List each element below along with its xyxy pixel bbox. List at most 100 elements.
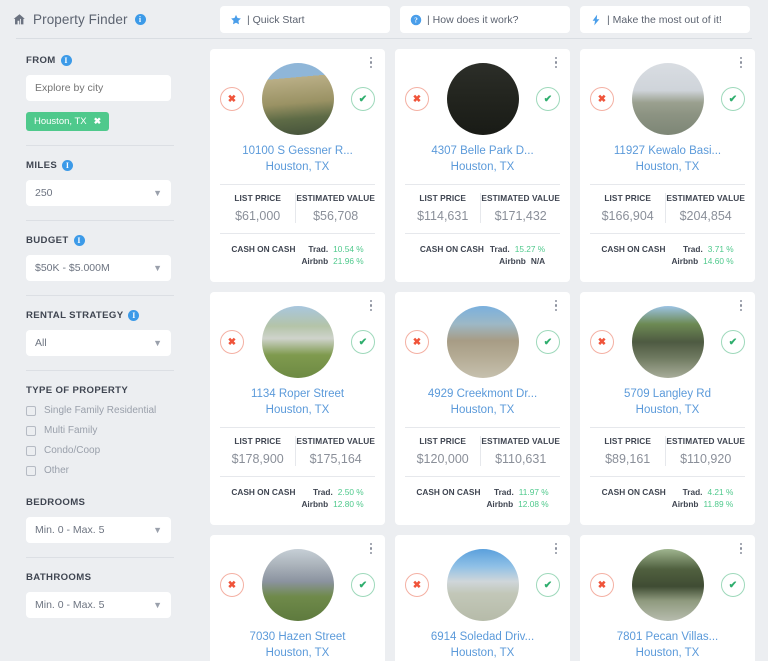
accept-property-button[interactable]: ✔	[721, 573, 745, 597]
reject-property-button[interactable]: ✖	[405, 87, 429, 111]
property-thumbnail[interactable]	[262, 306, 334, 378]
property-thumbnail[interactable]	[262, 549, 334, 621]
city-chip-houston[interactable]: Houston, TX ✖	[26, 112, 109, 131]
property-card[interactable]: ✖✔4929 Creekmont Dr...Houston, TXLIST PR…	[395, 292, 570, 525]
card-top: ✖✔	[405, 306, 560, 378]
make-the-most-button[interactable]: | Make the most out of it!	[580, 6, 750, 33]
brand-info-icon[interactable]: i	[135, 14, 146, 25]
checkbox-condo-coop[interactable]: Condo/Coop	[26, 445, 174, 456]
property-card[interactable]: ✖ ✔ 6914 Soledad Driv...Houston, TX	[395, 535, 570, 661]
miles-info-icon[interactable]: i	[62, 160, 73, 171]
card-menu-icon[interactable]	[366, 542, 376, 555]
rental-strategy-select[interactable]: All ▼	[26, 330, 171, 356]
checkbox-multi-family[interactable]: Multi Family	[26, 425, 174, 436]
list-price-label: LIST PRICE	[220, 436, 295, 446]
property-city[interactable]: Houston, TX	[405, 646, 560, 661]
property-city[interactable]: Houston, TX	[590, 646, 745, 661]
cash-on-cash-rows: Trad.15.27 %AirbnbN/A	[490, 243, 545, 267]
miles-select[interactable]: 250 ▼	[26, 180, 171, 206]
accept-property-button[interactable]: ✔	[721, 330, 745, 354]
checkbox-single-family-residential[interactable]: Single Family Residential	[26, 405, 174, 416]
bedrooms-label-text: BEDROOMS	[26, 497, 85, 508]
card-menu-icon[interactable]	[551, 542, 561, 555]
budget-info-icon[interactable]: i	[74, 235, 85, 246]
reject-property-button[interactable]: ✖	[405, 330, 429, 354]
property-card[interactable]: ✖ ✔ 11927 Kewalo Basi...Houston, TX LIST PR…	[580, 49, 755, 282]
property-thumbnail[interactable]	[632, 306, 704, 378]
accept-property-button[interactable]: ✔	[536, 330, 560, 354]
close-icon[interactable]: ✖	[94, 116, 102, 127]
bolt-icon	[590, 14, 602, 26]
reject-property-button[interactable]: ✖	[220, 573, 244, 597]
property-address-link[interactable]: 4307 Belle Park D...	[405, 144, 560, 160]
card-menu-icon[interactable]	[366, 299, 376, 312]
property-city[interactable]: Houston, TX	[590, 403, 745, 419]
reject-property-button[interactable]: ✖	[590, 330, 614, 354]
checkbox-icon[interactable]	[26, 406, 36, 416]
estimated-value-label: ESTIMATED VALUE	[296, 436, 375, 446]
property-address-link[interactable]: 11927 Kewalo Basi...	[590, 144, 745, 160]
property-card[interactable]: ✖✔10100 S Gessner R...Houston, TXLIST PR…	[210, 49, 385, 282]
property-address-link[interactable]: 1134 Roper Street	[220, 387, 375, 403]
card-menu-icon[interactable]	[736, 542, 746, 555]
property-thumbnail[interactable]	[447, 63, 519, 135]
divider	[220, 427, 375, 428]
property-thumbnail[interactable]	[447, 549, 519, 621]
property-address-link[interactable]: 7030 Hazen Street	[220, 630, 375, 646]
reject-property-button[interactable]: ✖	[220, 330, 244, 354]
estimated-value-col: ESTIMATED VALUE$171,432	[480, 193, 560, 223]
property-thumbnail[interactable]	[447, 306, 519, 378]
property-city[interactable]: Houston, TX	[405, 403, 560, 419]
property-card[interactable]: ✖ ✔ 7030 Hazen StreetHouston, TX	[210, 535, 385, 661]
property-address-link[interactable]: 5709 Langley Rd	[590, 387, 745, 403]
from-label: FROM i	[26, 55, 174, 66]
property-address-link[interactable]: 4929 Creekmont Dr...	[405, 387, 560, 403]
property-card[interactable]: ✖ ✔ 1134 Roper StreetHouston, TX LIST PRICE…	[210, 292, 385, 525]
card-menu-icon[interactable]	[736, 56, 746, 69]
reject-property-button[interactable]: ✖	[590, 87, 614, 111]
property-address-block: 11927 Kewalo Basi...Houston, TX	[590, 144, 745, 175]
checkbox-other[interactable]: Other	[26, 465, 174, 476]
accept-property-button[interactable]: ✔	[721, 87, 745, 111]
property-city[interactable]: Houston, TX	[220, 646, 375, 661]
quick-start-button[interactable]: | Quick Start	[220, 6, 390, 33]
property-card[interactable]: ✖✔4307 Belle Park D...Houston, TXLIST PR…	[395, 49, 570, 282]
property-city[interactable]: Houston, TX	[590, 160, 745, 176]
reject-property-button[interactable]: ✖	[590, 573, 614, 597]
city-search-input[interactable]	[26, 75, 171, 101]
accept-property-button[interactable]: ✔	[536, 573, 560, 597]
checkbox-icon[interactable]	[26, 426, 36, 436]
from-info-icon[interactable]: i	[61, 55, 72, 66]
property-thumbnail[interactable]	[632, 63, 704, 135]
checkbox-label: Other	[44, 465, 69, 476]
checkbox-icon[interactable]	[26, 466, 36, 476]
property-card[interactable]: ✖✔5709 Langley RdHouston, TXLIST PRICE$8…	[580, 292, 755, 525]
reject-property-button[interactable]: ✖	[405, 573, 429, 597]
budget-select[interactable]: $50K - $5.000M ▼	[26, 255, 171, 281]
list-price-label: LIST PRICE	[590, 193, 665, 203]
how-does-it-work-button[interactable]: ? | How does it work?	[400, 6, 570, 33]
property-card[interactable]: ✖ ✔ 7801 Pecan Villas...Houston, TX	[580, 535, 755, 661]
property-address-link[interactable]: 7801 Pecan Villas...	[590, 630, 745, 646]
bathrooms-select[interactable]: Min. 0 - Max. 5 ▼	[26, 592, 171, 618]
property-thumbnail[interactable]	[262, 63, 334, 135]
card-menu-icon[interactable]	[366, 56, 376, 69]
property-city[interactable]: Houston, TX	[405, 160, 560, 176]
card-menu-icon[interactable]	[736, 299, 746, 312]
accept-property-button[interactable]: ✔	[536, 87, 560, 111]
cash-on-cash-rows: Trad.4.21 %Airbnb11.89 %	[672, 486, 734, 510]
property-address-link[interactable]: 10100 S Gessner R...	[220, 144, 375, 160]
property-city[interactable]: Houston, TX	[220, 403, 375, 419]
card-menu-icon[interactable]	[551, 299, 561, 312]
card-menu-icon[interactable]	[551, 56, 561, 69]
property-address-link[interactable]: 6914 Soledad Driv...	[405, 630, 560, 646]
property-city[interactable]: Houston, TX	[220, 160, 375, 176]
accept-property-button[interactable]: ✔	[351, 573, 375, 597]
accept-property-button[interactable]: ✔	[351, 330, 375, 354]
bedrooms-select[interactable]: Min. 0 - Max. 5 ▼	[26, 517, 171, 543]
rental-strategy-info-icon[interactable]: i	[128, 310, 139, 321]
checkbox-icon[interactable]	[26, 446, 36, 456]
reject-property-button[interactable]: ✖	[220, 87, 244, 111]
property-thumbnail[interactable]	[632, 549, 704, 621]
accept-property-button[interactable]: ✔	[351, 87, 375, 111]
